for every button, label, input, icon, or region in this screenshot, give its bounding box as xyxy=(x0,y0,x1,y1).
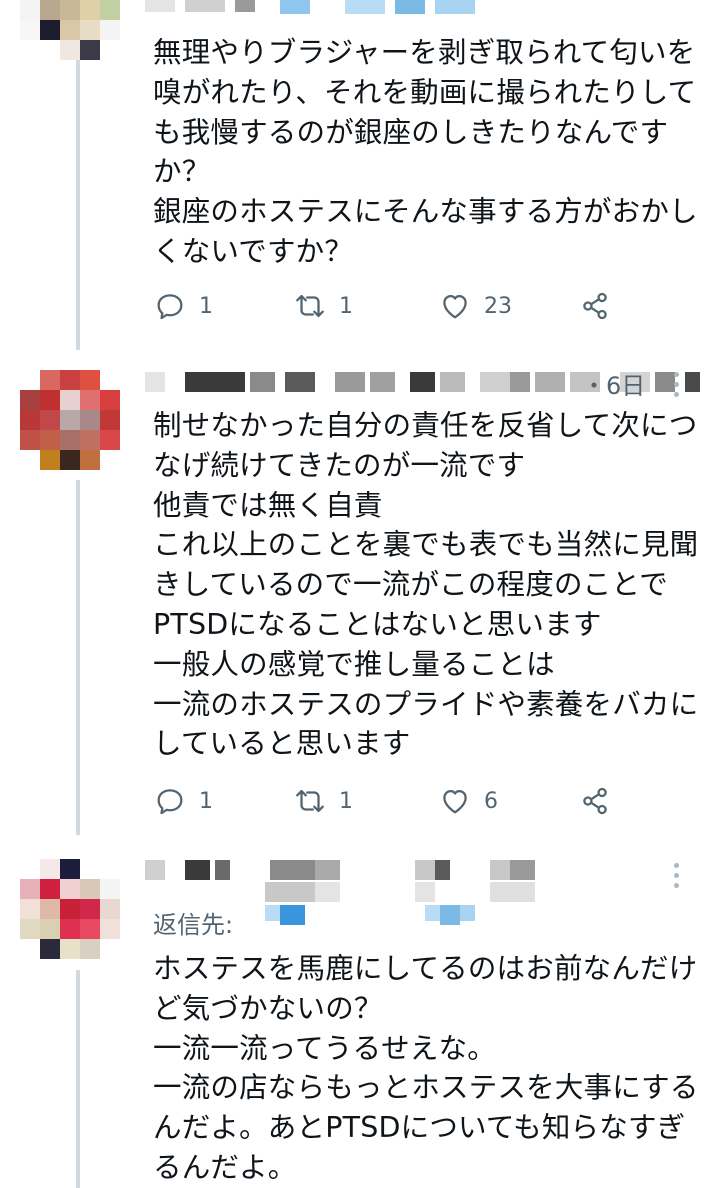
more-icon[interactable] xyxy=(674,863,682,893)
reply-to-handles-redacted xyxy=(265,903,515,925)
tweet-time[interactable]: ・6日 xyxy=(582,366,645,401)
tweet-1[interactable]: 無理やりブラジャーを剥ぎ取られて匂いを嗅がれたり、それを動画に撮られたりしても我… xyxy=(0,0,720,350)
thread-line xyxy=(76,970,80,1188)
tweet-text: ホステスを馬鹿にしてるのはお前なんだけど気づかないの？ 一流一流ってうるせえな。… xyxy=(153,952,699,1184)
share-icon xyxy=(583,292,607,320)
tweet-actions: 1 1 6 xyxy=(153,781,623,821)
retweet-count: 1 xyxy=(339,788,353,814)
reply-icon xyxy=(157,789,183,815)
reply-count: 1 xyxy=(199,293,213,319)
reply-button[interactable]: 1 xyxy=(153,781,213,821)
reply-to-label: 返信先: xyxy=(153,911,234,939)
tweet-text: 制せなかった自分の責任を反省して次につなげ続けてきたのが一流です 他責では無く自… xyxy=(153,409,699,761)
like-icon xyxy=(443,789,467,814)
thread-line xyxy=(76,50,80,350)
reply-count: 1 xyxy=(199,788,213,814)
more-icon[interactable] xyxy=(674,372,682,402)
like-count: 6 xyxy=(484,788,498,814)
avatar[interactable] xyxy=(20,370,120,470)
like-button[interactable]: 6 xyxy=(438,781,498,821)
share-button[interactable] xyxy=(578,286,612,326)
like-button[interactable]: 23 xyxy=(438,286,512,326)
retweet-icon xyxy=(296,294,324,318)
like-count: 23 xyxy=(484,293,512,319)
thread-line xyxy=(76,480,80,835)
retweet-button[interactable]: 1 xyxy=(293,781,353,821)
tweet-2[interactable]: ・6日 制せなかった自分の責任を反省して次につなげ続けてきたのが一流です 他責で… xyxy=(0,350,720,835)
reply-icon xyxy=(157,294,183,320)
retweet-icon xyxy=(296,789,324,813)
avatar[interactable] xyxy=(20,0,120,60)
tweet-text: 無理やりブラジャーを剥ぎ取られて匂いを嗅がれたり、それを動画に撮られたりしても我… xyxy=(153,36,698,268)
share-icon xyxy=(583,787,607,815)
reply-button[interactable]: 1 xyxy=(153,286,213,326)
tweet-3[interactable]: 返信先: ホステスを馬鹿にしてるのはお前なんだけど気づかないの？ 一流一流ってう… xyxy=(0,835,720,1188)
share-button[interactable] xyxy=(578,781,612,821)
avatar[interactable] xyxy=(20,859,120,959)
retweet-count: 1 xyxy=(339,293,353,319)
like-icon xyxy=(443,294,467,319)
retweet-button[interactable]: 1 xyxy=(293,286,353,326)
tweet-actions: 1 1 23 xyxy=(153,286,623,326)
